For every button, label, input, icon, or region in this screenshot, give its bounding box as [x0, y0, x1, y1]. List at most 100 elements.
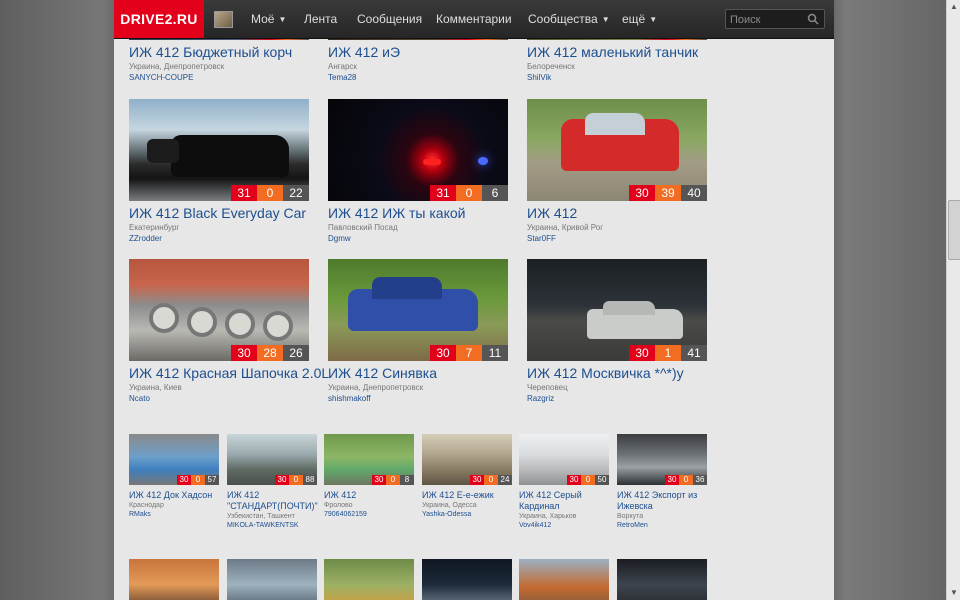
comments-count: 0: [257, 185, 283, 201]
car-card-user[interactable]: 79064062159: [324, 511, 416, 518]
stats-badges: 30 0 24: [470, 475, 512, 485]
nav-more[interactable]: ещё ▼: [622, 0, 657, 38]
car-card-location: Фролово: [324, 502, 353, 509]
nav-comments[interactable]: Комментарии: [436, 0, 512, 38]
stats-badges: 30 0 57: [177, 475, 219, 485]
nav-feed-label: Лента: [304, 12, 338, 26]
car-card-title[interactable]: ИЖ 412 "СТАНДАРТ(ПОЧТИ)": [227, 490, 319, 512]
car-card-user[interactable]: RMaks: [129, 511, 221, 518]
comments-count: 1: [655, 345, 681, 361]
car-card-title[interactable]: ИЖ 412 Е-е-ежик: [422, 490, 514, 501]
car-photo[interactable]: [519, 559, 609, 600]
scrollbar-thumb[interactable]: [948, 200, 960, 260]
car-card-title[interactable]: ИЖ 412 маленький танчик: [527, 44, 698, 60]
site-logo[interactable]: DRIVE2.RU: [114, 0, 204, 38]
scroll-down-arrow-icon[interactable]: ▼: [947, 586, 960, 600]
right-gutter: [834, 0, 946, 600]
car-card-title[interactable]: ИЖ 412: [527, 205, 707, 221]
car-card-user[interactable]: MIKOLA-TAWKENTSK: [227, 522, 319, 529]
car-card: 30 7 11 ИЖ 412 Синявка Украина, Днепропе…: [328, 259, 508, 403]
car-photo[interactable]: 30 0 24: [422, 434, 512, 485]
car-card-title[interactable]: ИЖ 412 Синявка: [328, 365, 508, 381]
car-card-user[interactable]: RetroMen: [617, 522, 709, 529]
stats-badges: 30 1 41: [629, 345, 707, 361]
car-card: 30 39 40 ИЖ 412 Украина, Кривой Рог Star…: [527, 99, 707, 243]
car-photo[interactable]: 30 0 88: [227, 434, 317, 485]
car-card-title[interactable]: ИЖ 412 Серый Кардинал: [519, 490, 611, 512]
car-photo[interactable]: 30 7 11: [328, 259, 508, 361]
car-photo[interactable]: 30 1 41: [527, 259, 707, 361]
comments-count: 0: [581, 475, 595, 485]
stats-badges: 30 0 88: [275, 475, 317, 485]
vertical-scrollbar[interactable]: ▲ ▼: [946, 0, 960, 600]
car-card-title[interactable]: ИЖ 412 Док Хадсон: [129, 490, 221, 501]
stats-badges: 30 0 50: [567, 475, 609, 485]
photos-count: 24: [498, 475, 512, 485]
car-photo[interactable]: 30 39 40: [527, 99, 707, 201]
car-photo[interactable]: 31 0 6: [328, 99, 508, 201]
photos-count: 11: [482, 345, 508, 361]
car-card-user[interactable]: Yashka-Odessa: [422, 511, 514, 518]
nav-communities[interactable]: Сообщества ▼: [528, 0, 610, 38]
comments-count: 0: [289, 475, 303, 485]
car-card-user[interactable]: shishmakoff: [328, 394, 508, 403]
car-photo[interactable]: [617, 559, 707, 600]
search-box[interactable]: [725, 9, 825, 29]
car-card-location: Украина, Днепропетровск: [129, 62, 225, 71]
stats-badges: 30 39 40: [629, 185, 707, 201]
photos-count: 57: [205, 475, 219, 485]
car-photo[interactable]: 30 0 36: [617, 434, 707, 485]
car-photo[interactable]: 30 0 50: [519, 434, 609, 485]
user-avatar[interactable]: [214, 11, 233, 28]
photos-count: 6: [482, 185, 508, 201]
chevron-down-icon: ▼: [278, 15, 287, 24]
car-card-user[interactable]: Dgmw: [328, 234, 508, 243]
car-card-user[interactable]: Vov4ik412: [519, 522, 611, 529]
car-card-title[interactable]: ИЖ 412: [324, 490, 416, 501]
car-photo[interactable]: 30 0 57: [129, 434, 219, 485]
car-photo[interactable]: 31 0 22: [129, 99, 309, 201]
car-card-title[interactable]: ИЖ 412 Black Everyday Car: [129, 205, 309, 221]
car-photo[interactable]: [227, 559, 317, 600]
search-input[interactable]: [726, 11, 808, 29]
car-card-user[interactable]: SANYCH-COUPE: [129, 73, 292, 82]
photos-count: 22: [283, 185, 309, 201]
stats-badges: 30 7 11: [430, 345, 508, 361]
car-card-title[interactable]: ИЖ 412 Экспорт из Ижевска: [617, 490, 709, 512]
nav-messages[interactable]: Сообщения: [357, 0, 422, 38]
car-card-title[interactable]: ИЖ 412 ИЖ ты какой: [328, 205, 508, 221]
photos-count: 26: [283, 345, 309, 361]
car-card-user[interactable]: ShilVik: [527, 73, 698, 82]
comments-count: 39: [655, 185, 681, 201]
car-card-location: Череповец: [527, 383, 568, 392]
car-photo[interactable]: [129, 559, 219, 600]
nav-my[interactable]: Моё ▼: [251, 0, 286, 38]
nav-comments-label: Комментарии: [436, 12, 512, 26]
car-photo[interactable]: [422, 559, 512, 600]
car-photo[interactable]: 30 0 8: [324, 434, 414, 485]
car-card-location: Екатеринбург: [129, 223, 180, 232]
car-card-user[interactable]: Tema28: [328, 73, 400, 82]
car-card-title[interactable]: ИЖ 412 Бюджетный корч: [129, 44, 292, 60]
car-card-title[interactable]: ИЖ 412 Москвичка *^*)у: [527, 365, 707, 381]
comments-count: 0: [386, 475, 400, 485]
scroll-up-arrow-icon[interactable]: ▲: [947, 0, 960, 14]
car-card: 31 0 22 ИЖ 412 Black Everyday Car Екатер…: [129, 99, 309, 243]
likes-count: 30: [430, 345, 456, 361]
car-card-user[interactable]: Ncato: [129, 394, 329, 403]
car-card-user[interactable]: Star0FF: [527, 234, 707, 243]
car-card-title[interactable]: ИЖ 412 Красная Шапочка 2.0L: [129, 365, 329, 381]
car-card-user[interactable]: ZZrodder: [129, 234, 309, 243]
car-photo[interactable]: [324, 559, 414, 600]
likes-count: 30: [231, 345, 257, 361]
car-card-title[interactable]: ИЖ 412 иЭ: [328, 44, 400, 60]
car-card-user[interactable]: Razgriz: [527, 394, 707, 403]
car-photo[interactable]: 30 28 26: [129, 259, 309, 361]
likes-count: 30: [470, 475, 484, 485]
search-icon[interactable]: [807, 13, 819, 25]
nav-feed[interactable]: Лента: [304, 0, 337, 38]
comments-count: 0: [484, 475, 498, 485]
likes-count: 30: [275, 475, 289, 485]
comments-count: 0: [679, 475, 693, 485]
car-card: 30 0 8 ИЖ 412 Фролово 79064062159: [324, 434, 416, 518]
